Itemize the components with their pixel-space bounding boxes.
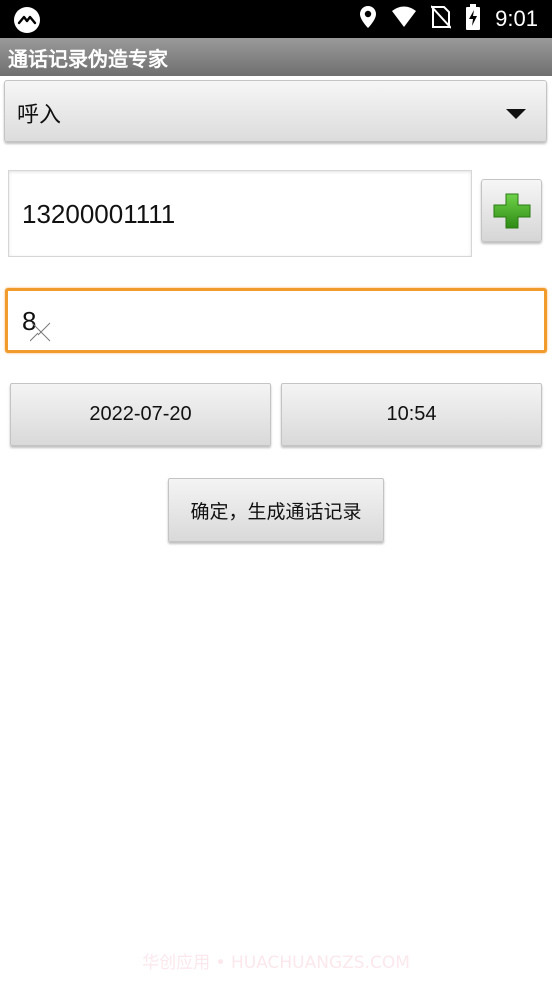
app-notification-icon <box>14 7 40 33</box>
status-time: 9:01 <box>495 6 538 31</box>
duration-input[interactable]: 8 <box>5 288 547 353</box>
call-type-selected: 呼入 <box>17 103 62 128</box>
title-bar: 通话记录伪造专家 <box>0 38 552 76</box>
generate-call-log-button[interactable]: 确定，生成通话记录 <box>168 478 384 542</box>
status-bar: 9:01 <box>0 0 552 38</box>
phone-number-input[interactable]: 13200001111 <box>8 170 472 257</box>
time-picker-button[interactable]: 10:54 <box>281 383 542 446</box>
dropdown-arrow-icon <box>506 109 526 119</box>
call-type-spinner[interactable]: 呼入 <box>4 80 547 142</box>
text-cursor-handle-icon[interactable] <box>30 321 52 343</box>
add-contact-button[interactable] <box>481 179 542 242</box>
plus-icon <box>493 193 531 229</box>
date-picker-button[interactable]: 2022-07-20 <box>10 383 271 446</box>
no-sim-icon <box>430 5 452 33</box>
wifi-icon <box>391 6 417 32</box>
app-title: 通话记录伪造专家 <box>8 47 168 71</box>
battery-charging-icon <box>465 4 481 34</box>
watermark: 华创应用 • HUACHUANGZS.COM <box>142 953 410 973</box>
location-icon <box>359 5 377 33</box>
phone-number-value: 13200001111 <box>22 199 176 229</box>
